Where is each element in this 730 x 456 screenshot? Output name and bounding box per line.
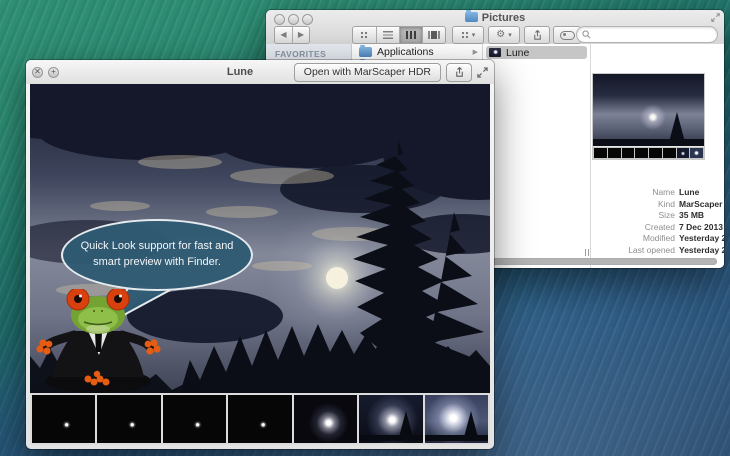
- disclosure-triangle-icon: ▶: [473, 48, 478, 56]
- sidebar-section-label: FAVORITES: [266, 47, 351, 61]
- moon: [326, 267, 348, 289]
- back-icon: ◀: [280, 31, 286, 39]
- finder-column-2: Lune: [483, 44, 591, 268]
- column-resize-handle[interactable]: [584, 249, 591, 256]
- exposure-frame-2: [97, 395, 160, 443]
- night-sky-scene: Quick Look support for fast and smart pr…: [30, 84, 490, 393]
- preview-thumbnail-filmstrip: [593, 147, 704, 159]
- icon-view-icon: [360, 31, 368, 39]
- chevron-down-icon: ▾: [508, 31, 512, 39]
- finder-preview-column: NameLune KindMarScaper HDR Pr... Size35 …: [591, 44, 724, 268]
- list-view-button[interactable]: [377, 27, 400, 43]
- back-button[interactable]: ◀: [275, 27, 293, 43]
- coverflow-view-button[interactable]: [423, 27, 445, 43]
- quicklook-image: Quick Look support for fast and smart pr…: [30, 84, 490, 445]
- arrange-icon: [461, 31, 469, 39]
- share-icon: [454, 67, 465, 78]
- expand-fullscreen-icon[interactable]: [477, 67, 488, 78]
- share-icon: [532, 30, 543, 41]
- column-view-icon: [406, 31, 416, 39]
- list-view-icon: [383, 31, 393, 39]
- meta-row-size: Size35 MB: [591, 210, 720, 222]
- exposure-frame-4: [228, 395, 291, 443]
- share-button[interactable]: [524, 26, 550, 44]
- chevron-down-icon: ▾: [472, 31, 476, 39]
- preview-metadata: NameLune KindMarScaper HDR Pr... Size35 …: [591, 187, 720, 256]
- meta-row-created: Created7 Dec 2013 00:25: [591, 222, 720, 234]
- exposure-frame-1: [32, 395, 95, 443]
- list-item-lune-selected[interactable]: Lune: [486, 46, 587, 59]
- close-icon[interactable]: ✕: [32, 67, 43, 78]
- speech-bubble: Quick Look support for fast and smart pr…: [61, 219, 253, 291]
- gear-icon: ⚙: [496, 30, 505, 40]
- exposure-frame-5: [294, 395, 357, 443]
- folder-icon: [465, 12, 478, 22]
- forward-button[interactable]: ▶: [293, 27, 309, 43]
- zoom-icon[interactable]: +: [48, 67, 59, 78]
- exposure-frame-3: [163, 395, 226, 443]
- arrange-button[interactable]: ▾: [452, 26, 484, 44]
- meta-row-last-opened: Last openedYesterday 20:38: [591, 245, 720, 257]
- view-mode-control: [352, 26, 446, 44]
- icon-view-button[interactable]: [353, 27, 377, 43]
- fullscreen-icon[interactable]: [711, 13, 720, 22]
- list-item-applications[interactable]: Applications ▶: [353, 45, 482, 58]
- folder-icon: [359, 47, 372, 57]
- quicklook-titlebar: ✕ + Lune Open with MarScaper HDR: [26, 60, 494, 84]
- column-view-button[interactable]: [400, 27, 424, 43]
- finder-titlebar: Pictures ◀ ▶ ▾ ⚙▾: [266, 10, 724, 45]
- frog-mascot: [36, 289, 161, 393]
- exposure-frame-7: [425, 395, 488, 443]
- finder-toolbar: ◀ ▶ ▾ ⚙▾: [266, 25, 724, 44]
- finder-window-title: Pictures: [266, 12, 724, 24]
- back-forward-control: ◀ ▶: [274, 26, 310, 44]
- action-button[interactable]: ⚙▾: [488, 26, 520, 44]
- preview-thumbnail-image: [593, 74, 704, 146]
- meta-row-modified: ModifiedYesterday 20:38: [591, 233, 720, 245]
- search-icon: [582, 30, 591, 39]
- coverflow-view-icon: [428, 31, 440, 39]
- image-file-icon: [489, 48, 501, 57]
- preview-thumbnail: [592, 73, 705, 160]
- forward-icon: ▶: [298, 31, 304, 39]
- quicklook-share-button[interactable]: [446, 63, 472, 82]
- tags-icon: [560, 31, 575, 40]
- exposure-filmstrip: [30, 393, 490, 445]
- meta-row-name: NameLune: [591, 187, 720, 199]
- meta-row-kind: KindMarScaper HDR Pr...: [591, 199, 720, 211]
- quicklook-title: Lune: [146, 66, 334, 78]
- quicklook-window: ✕ + Lune Open with MarScaper HDR: [26, 60, 494, 449]
- search-input[interactable]: [576, 26, 718, 43]
- exposure-frame-6: [359, 395, 422, 443]
